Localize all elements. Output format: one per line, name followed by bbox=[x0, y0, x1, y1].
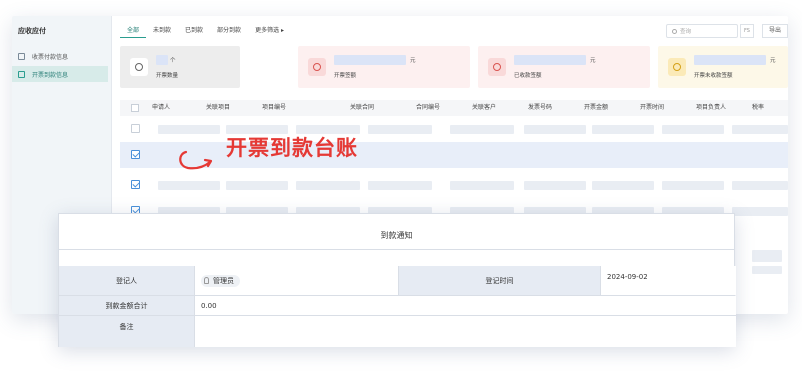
form-row-remark: 备注 bbox=[59, 316, 736, 347]
sidebar-title: 应收应付 bbox=[18, 27, 46, 35]
row-checkbox[interactable] bbox=[131, 150, 140, 159]
stat-value-placeholder bbox=[514, 55, 586, 65]
user-icon bbox=[204, 277, 209, 284]
remark-label: 备注 bbox=[59, 316, 195, 347]
export-button[interactable]: 导出 bbox=[762, 24, 788, 38]
stat-card-invoice-amount: 元 开票签额 bbox=[298, 46, 470, 88]
register-time-field[interactable]: 2024-09-02 bbox=[601, 266, 736, 295]
form-row-registrant: 登记人 管理员 登记时间 2024-09-02 bbox=[59, 266, 736, 296]
stat-card-unreceived-amount: 元 开票未收款签额 bbox=[658, 46, 788, 88]
cell-placeholder bbox=[226, 181, 288, 190]
stat-label: 已收款签额 bbox=[514, 73, 542, 79]
form-row-total: 到款金额合计 0.00 bbox=[59, 296, 736, 316]
received-amount-icon bbox=[488, 58, 506, 76]
cell-placeholder bbox=[752, 250, 782, 262]
search-icon bbox=[672, 28, 677, 34]
stat-card-invoice-count: 个 开票数量 bbox=[120, 46, 240, 88]
cell-placeholder bbox=[732, 207, 788, 216]
invoice-count-icon bbox=[130, 58, 148, 76]
table-header: 申请人 关联项目 项目编号 关联合同 合同编号 关联客户 发票号码 开票金额 开… bbox=[120, 100, 788, 116]
register-time-label: 登记时间 bbox=[399, 266, 601, 295]
tab-unpaid[interactable]: 未到款 bbox=[146, 26, 178, 38]
filter-tabs: 全部 未到款 已到款 部分到款 更多筛选 ▸ bbox=[120, 26, 291, 38]
registrant-label: 登记人 bbox=[59, 266, 195, 295]
cell-placeholder bbox=[450, 125, 514, 134]
cell-placeholder bbox=[732, 125, 788, 134]
column-header: 开票金额 bbox=[584, 104, 609, 111]
table-row[interactable] bbox=[120, 172, 788, 198]
column-header: 发票号码 bbox=[528, 104, 553, 111]
cell-placeholder bbox=[158, 125, 220, 134]
stat-unit: 个 bbox=[170, 58, 176, 64]
column-header: 关联合同 bbox=[350, 104, 375, 111]
sidebar-item-label: 开票到款信息 bbox=[32, 71, 69, 79]
row-checkbox[interactable] bbox=[131, 180, 140, 189]
document-icon bbox=[18, 52, 25, 60]
column-header: 项目负责人 bbox=[696, 104, 727, 111]
cell-placeholder bbox=[524, 125, 586, 134]
remark-input[interactable] bbox=[195, 316, 736, 347]
filter-button[interactable]: FS bbox=[740, 24, 754, 38]
column-header: 税率 bbox=[752, 104, 765, 111]
sidebar-item-label: 收票付款信息 bbox=[32, 53, 69, 61]
cell-placeholder bbox=[368, 125, 432, 134]
arrival-notice-form: 到款通知 登记人 管理员 登记时间 2024-09-02 到款金额合计 0.00… bbox=[58, 213, 736, 347]
stat-label: 开票数量 bbox=[156, 73, 179, 79]
sidebar-item-payables[interactable]: 收票付款信息 bbox=[12, 48, 108, 64]
form-title: 到款通知 bbox=[59, 214, 734, 250]
stat-unit: 元 bbox=[770, 58, 776, 64]
curved-arrow-icon bbox=[179, 150, 213, 170]
cell-placeholder bbox=[662, 125, 724, 134]
cell-placeholder bbox=[592, 181, 654, 190]
stat-value-placeholder bbox=[694, 55, 766, 65]
cell-placeholder bbox=[524, 181, 586, 190]
select-all-checkbox[interactable] bbox=[131, 104, 139, 112]
search-input[interactable]: 查询 bbox=[666, 24, 738, 38]
cell-placeholder bbox=[592, 125, 654, 134]
column-header: 合同编号 bbox=[416, 104, 441, 111]
cell-placeholder bbox=[368, 181, 432, 190]
stat-label: 开票签额 bbox=[334, 73, 357, 79]
row-checkbox[interactable] bbox=[131, 124, 140, 133]
invoice-amount-icon bbox=[308, 58, 326, 76]
registrant-value: 管理员 bbox=[213, 276, 234, 285]
stat-card-received-amount: 元 已收款签额 bbox=[478, 46, 650, 88]
stat-label: 开票未收款签额 bbox=[694, 73, 733, 79]
registrant-field[interactable]: 管理员 bbox=[195, 266, 399, 295]
cell-placeholder bbox=[158, 181, 220, 190]
table-row[interactable] bbox=[120, 142, 788, 168]
feature-title: 开票到款台账 bbox=[226, 136, 358, 160]
document-icon bbox=[18, 70, 25, 78]
cell-placeholder bbox=[296, 181, 360, 190]
tab-paid[interactable]: 已到款 bbox=[178, 26, 210, 38]
total-label: 到款金额合计 bbox=[59, 296, 195, 315]
column-header: 关联项目 bbox=[206, 104, 231, 111]
tab-more-filters[interactable]: 更多筛选 ▸ bbox=[248, 26, 291, 38]
stat-value-placeholder bbox=[156, 55, 168, 65]
table-row[interactable] bbox=[120, 116, 788, 142]
cell-placeholder bbox=[752, 266, 782, 274]
total-value[interactable]: 0.00 bbox=[195, 296, 736, 315]
search-placeholder: 查询 bbox=[680, 29, 692, 35]
column-header: 申请人 bbox=[152, 104, 171, 111]
column-header: 项目编号 bbox=[262, 104, 287, 111]
sidebar-item-receivables[interactable]: 开票到款信息 bbox=[12, 66, 108, 82]
stat-unit: 元 bbox=[590, 58, 596, 64]
column-header: 开票时间 bbox=[640, 104, 665, 111]
cell-placeholder bbox=[450, 181, 514, 190]
cell-placeholder bbox=[662, 181, 724, 190]
stat-unit: 元 bbox=[410, 58, 416, 64]
column-header: 关联客户 bbox=[472, 104, 497, 111]
stat-value-placeholder bbox=[334, 55, 406, 65]
tab-all[interactable]: 全部 bbox=[120, 26, 147, 38]
unreceived-amount-icon bbox=[668, 58, 686, 76]
user-chip: 管理员 bbox=[201, 274, 240, 287]
tab-partial[interactable]: 部分到款 bbox=[210, 26, 248, 38]
cell-placeholder bbox=[732, 181, 788, 190]
